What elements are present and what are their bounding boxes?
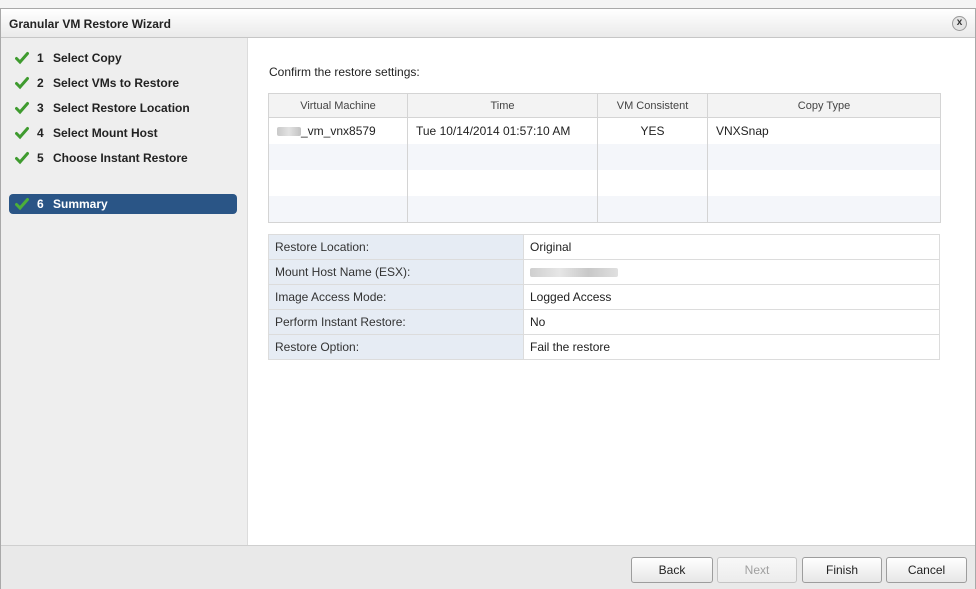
column-header-time[interactable]: Time: [407, 93, 598, 118]
step-select-vms[interactable]: 2 Select VMs to Restore: [9, 73, 237, 93]
setting-label: Restore Option:: [268, 334, 524, 360]
redacted-text: [530, 268, 618, 278]
checkmark-icon: [15, 52, 29, 65]
step-label: Select Copy: [53, 51, 122, 65]
checkmark-icon: [15, 77, 29, 90]
step-number: 6: [37, 197, 44, 211]
step-number: 1: [37, 51, 44, 65]
step-label: Select Mount Host: [53, 126, 158, 140]
confirm-heading: Confirm the restore settings:: [269, 65, 420, 79]
summary-panel: Confirm the restore settings: Virtual Ma…: [248, 38, 975, 545]
setting-value: Fail the restore: [523, 334, 940, 360]
setting-label: Perform Instant Restore:: [268, 309, 524, 335]
setting-row-mount-host: Mount Host Name (ESX):: [268, 259, 940, 285]
back-button[interactable]: Back: [631, 557, 713, 583]
next-button[interactable]: Next: [717, 557, 797, 583]
setting-label: Mount Host Name (ESX):: [268, 259, 524, 285]
column-header-copy-type[interactable]: Copy Type: [707, 93, 941, 118]
step-number: 5: [37, 151, 44, 165]
step-restore-location[interactable]: 3 Select Restore Location: [9, 98, 237, 118]
finish-button[interactable]: Finish: [802, 557, 882, 583]
step-number: 3: [37, 101, 44, 115]
window-title: Granular VM Restore Wizard: [9, 17, 171, 31]
checkmark-icon: [15, 198, 29, 211]
step-label: Select Restore Location: [53, 101, 190, 115]
checkmark-icon: [15, 127, 29, 140]
column-header-virtual-machine[interactable]: Virtual Machine: [268, 93, 408, 118]
close-icon[interactable]: x: [952, 16, 967, 31]
setting-row-instant-restore: Perform Instant Restore: No: [268, 309, 940, 335]
step-label: Choose Instant Restore: [53, 151, 188, 165]
vm-name-cell: _vm_vnx8579: [268, 117, 408, 144]
consistent-cell: YES: [597, 117, 708, 144]
copy-table: Virtual Machine Time VM Consistent Copy …: [268, 93, 941, 223]
table-row[interactable]: _vm_vnx8579 Tue 10/14/2014 01:57:10 AM Y…: [268, 117, 941, 144]
step-number: 2: [37, 76, 44, 90]
button-bar: Back Next Finish Cancel: [1, 545, 975, 589]
time-cell: Tue 10/14/2014 01:57:10 AM: [407, 117, 598, 144]
title-bar: Granular VM Restore Wizard x: [1, 9, 975, 38]
setting-row-image-access-mode: Image Access Mode: Logged Access: [268, 284, 940, 310]
settings-table: Restore Location: Original Mount Host Na…: [268, 234, 940, 360]
setting-value: Logged Access: [523, 284, 940, 310]
step-label: Summary: [53, 197, 108, 211]
setting-value: [523, 259, 940, 285]
checkmark-icon: [15, 152, 29, 165]
copy-type-cell: VNXSnap: [707, 117, 941, 144]
wizard-steps-sidebar: 1 Select Copy 2 Select VMs to Restore 3 Sel…: [1, 38, 248, 545]
checkmark-icon: [15, 102, 29, 115]
empty-table-row: [268, 196, 941, 223]
setting-label: Restore Location:: [268, 234, 524, 260]
cancel-button[interactable]: Cancel: [886, 557, 967, 583]
setting-value: Original: [523, 234, 940, 260]
step-instant-restore[interactable]: 5 Choose Instant Restore: [9, 148, 237, 168]
empty-table-row: [268, 144, 941, 170]
empty-table-row: [268, 170, 941, 196]
step-number: 4: [37, 126, 44, 140]
setting-row-restore-location: Restore Location: Original: [268, 234, 940, 260]
setting-value: No: [523, 309, 940, 335]
setting-label: Image Access Mode:: [268, 284, 524, 310]
step-mount-host[interactable]: 4 Select Mount Host: [9, 123, 237, 143]
step-select-copy[interactable]: 1 Select Copy: [9, 48, 237, 68]
step-summary[interactable]: 6 Summary: [9, 194, 237, 214]
column-header-vm-consistent[interactable]: VM Consistent: [597, 93, 708, 118]
wizard-dialog: Granular VM Restore Wizard x 1 Select Cop…: [0, 8, 976, 589]
step-label: Select VMs to Restore: [53, 76, 180, 90]
setting-row-restore-option: Restore Option: Fail the restore: [268, 334, 940, 360]
redacted-text: [277, 127, 301, 137]
